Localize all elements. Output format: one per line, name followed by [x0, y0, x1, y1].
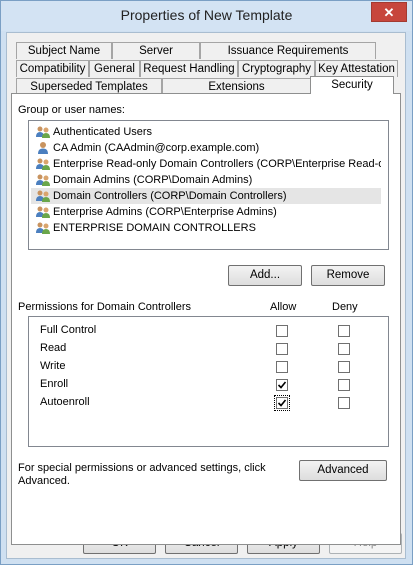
- list-item[interactable]: Enterprise Read-only Domain Controllers …: [31, 156, 381, 172]
- permissions-list: Full Control Read Write Enroll Autoenrol…: [28, 316, 389, 447]
- properties-window: Properties of New Template ✕ Subject Nam…: [0, 0, 413, 565]
- tab-subject-name[interactable]: Subject Name: [16, 42, 112, 59]
- close-button[interactable]: ✕: [371, 2, 407, 22]
- title-bar[interactable]: Properties of New Template ✕: [1, 1, 412, 31]
- list-item[interactable]: CA Admin (CAAdmin@corp.example.com): [31, 140, 381, 156]
- deny-checkbox[interactable]: [338, 397, 350, 409]
- permission-row: Read: [40, 340, 390, 358]
- principals-list[interactable]: Authenticated Users CA Admin (CAAdmin@co…: [28, 120, 389, 250]
- allow-checkbox[interactable]: [276, 325, 288, 337]
- tab-security[interactable]: Security: [310, 76, 394, 94]
- advanced-hint-line2: Advanced.: [18, 475, 70, 487]
- permission-row: Autoenroll: [40, 394, 390, 412]
- advanced-hint-line1: For special permissions or advanced sett…: [18, 462, 266, 474]
- tab-request-handling[interactable]: Request Handling: [140, 60, 238, 77]
- tab-key-attestation[interactable]: Key Attestation: [315, 60, 398, 77]
- tab-compatibility[interactable]: Compatibility: [16, 60, 89, 77]
- allow-checkbox[interactable]: [276, 343, 288, 355]
- allow-checkbox[interactable]: [274, 395, 290, 411]
- principal-name: Authenticated Users: [53, 126, 153, 138]
- tab-server[interactable]: Server: [112, 42, 200, 59]
- deny-column-header: Deny: [332, 301, 358, 313]
- add-button[interactable]: Add...: [228, 265, 302, 286]
- close-icon: ✕: [383, 5, 395, 20]
- principal-name: Enterprise Read-only Domain Controllers …: [53, 158, 381, 170]
- permission-name: Read: [40, 342, 67, 354]
- allow-checkbox[interactable]: [276, 361, 288, 373]
- principal-name: Domain Controllers (CORP\Domain Controll…: [53, 190, 287, 202]
- permission-row: Write: [40, 358, 390, 376]
- tab-general[interactable]: General: [89, 60, 140, 77]
- tab-cryptography[interactable]: Cryptography: [238, 60, 315, 77]
- allow-column-header: Allow: [270, 301, 297, 313]
- principal-name: Enterprise Admins (CORP\Enterprise Admin…: [53, 206, 277, 218]
- group-icon: [36, 158, 50, 170]
- remove-button[interactable]: Remove: [311, 265, 385, 286]
- permission-row: Enroll: [40, 376, 390, 394]
- permission-row: Full Control: [40, 322, 390, 340]
- checkmark-icon: [277, 399, 287, 407]
- user-icon: [38, 142, 48, 154]
- group-names-label: Group or user names:: [18, 104, 125, 116]
- principal-name: ENTERPRISE DOMAIN CONTROLLERS: [53, 222, 256, 234]
- permission-name: Full Control: [40, 324, 97, 336]
- group-icon: [36, 222, 50, 234]
- list-item[interactable]: Authenticated Users: [31, 124, 381, 140]
- dialog-client-area: Subject Name Server Issuance Requirement…: [6, 32, 406, 559]
- list-item[interactable]: Domain Admins (CORP\Domain Admins): [31, 172, 381, 188]
- permission-name: Enroll: [40, 378, 69, 390]
- permission-name: Write: [40, 360, 66, 372]
- deny-checkbox[interactable]: [338, 379, 350, 391]
- permission-name: Autoenroll: [40, 396, 90, 408]
- group-icon: [36, 174, 50, 186]
- advanced-button[interactable]: Advanced: [299, 460, 387, 481]
- list-item-selected[interactable]: Domain Controllers (CORP\Domain Controll…: [31, 188, 381, 204]
- group-icon: [36, 126, 50, 138]
- group-icon: [36, 190, 50, 202]
- allow-checkbox[interactable]: [276, 379, 288, 391]
- security-panel: Group or user names: Authenticated Users…: [11, 93, 401, 545]
- tab-issuance-requirements[interactable]: Issuance Requirements: [200, 42, 376, 59]
- principal-name: CA Admin (CAAdmin@corp.example.com): [53, 142, 260, 154]
- group-icon: [36, 206, 50, 218]
- principal-name: Domain Admins (CORP\Domain Admins): [53, 174, 253, 186]
- deny-checkbox[interactable]: [338, 361, 350, 373]
- deny-checkbox[interactable]: [338, 343, 350, 355]
- list-item[interactable]: Enterprise Admins (CORP\Enterprise Admin…: [31, 204, 381, 220]
- window-title: Properties of New Template: [120, 7, 293, 23]
- list-item[interactable]: ENTERPRISE DOMAIN CONTROLLERS: [31, 220, 381, 236]
- deny-checkbox[interactable]: [338, 325, 350, 337]
- checkmark-icon: [277, 381, 287, 389]
- permissions-for-label: Permissions for Domain Controllers: [18, 301, 191, 313]
